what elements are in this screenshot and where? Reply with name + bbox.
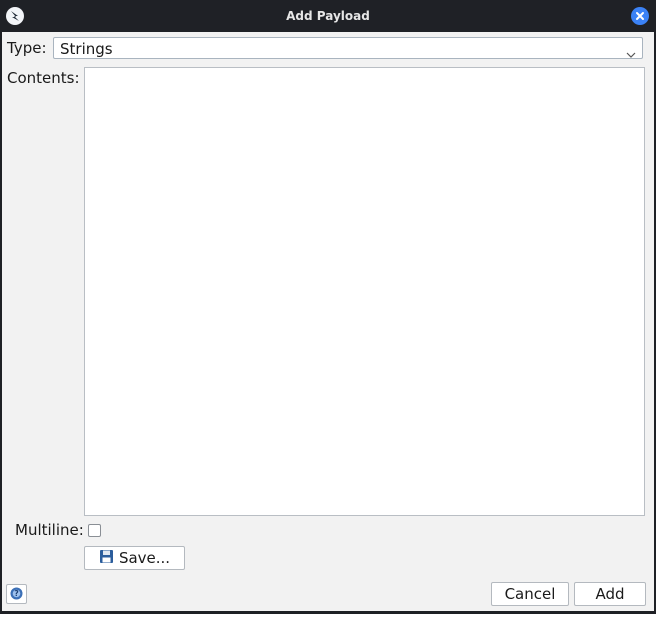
multiline-checkbox[interactable]: [88, 524, 101, 537]
dialog-content: Type: Strings Contents: Multiline: Save.…: [2, 32, 654, 611]
contents-textarea[interactable]: [84, 67, 645, 516]
cancel-button[interactable]: Cancel: [491, 582, 569, 606]
multiline-label: Multiline:: [15, 521, 84, 539]
add-button[interactable]: Add: [574, 582, 646, 606]
title-bar: Add Payload: [0, 0, 656, 32]
dialog-title: Add Payload: [286, 9, 370, 23]
save-button[interactable]: Save...: [84, 546, 185, 570]
chevron-down-icon: [626, 44, 636, 63]
close-icon[interactable]: [631, 7, 649, 25]
contents-label: Contents:: [7, 69, 80, 87]
floppy-disk-icon: [99, 549, 114, 568]
help-icon: ?: [10, 585, 23, 604]
type-label: Type:: [7, 39, 47, 57]
help-button[interactable]: ?: [6, 584, 27, 604]
svg-text:?: ?: [14, 589, 18, 598]
add-payload-dialog: Add Payload Type: Strings Contents: Mult…: [0, 0, 656, 614]
type-dropdown[interactable]: Strings: [53, 37, 643, 59]
type-dropdown-value: Strings: [60, 40, 113, 58]
save-button-label: Save...: [118, 549, 171, 567]
